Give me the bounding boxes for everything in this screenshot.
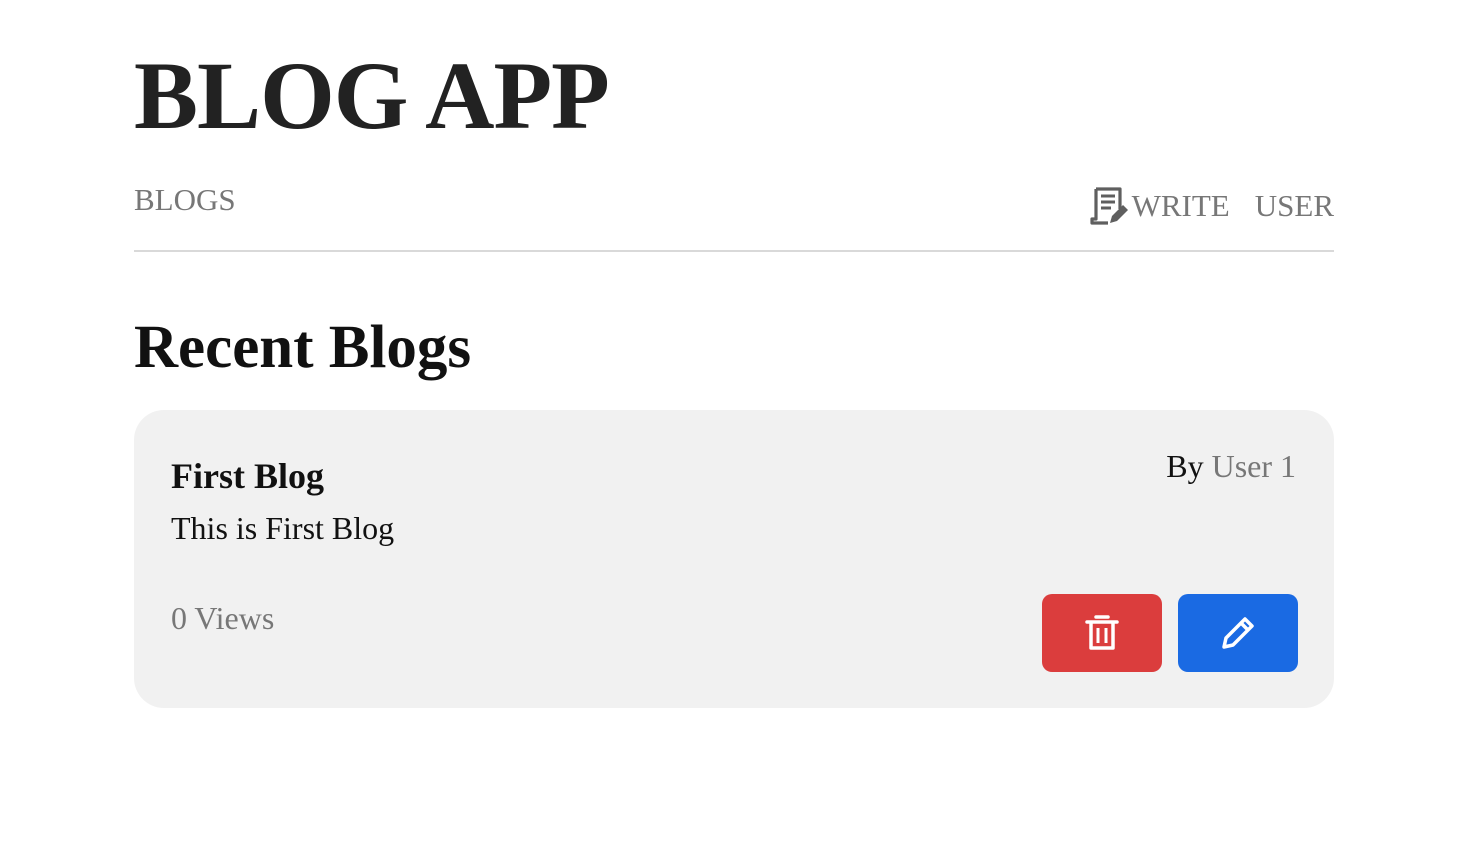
nav-write-label: WRITE [1131, 188, 1230, 223]
nav-blogs-link[interactable]: BLOGS [134, 182, 236, 218]
app-title: BLOG APP [134, 42, 610, 149]
blog-views-count: 0 Views [171, 600, 275, 636]
blog-body: This is First Blog [171, 510, 395, 546]
edit-button[interactable] [1178, 594, 1298, 672]
trash-icon [1085, 614, 1119, 652]
blog-card: First Blog By User 1 This is First Blog … [134, 410, 1334, 708]
nav-right-group: WRITE USER [1088, 184, 1334, 228]
blog-title[interactable]: First Blog [171, 454, 324, 498]
write-document-icon [1088, 185, 1130, 227]
author-name-link[interactable]: User 1 [1212, 448, 1296, 484]
main-nav: BLOGS WRITE USER [134, 180, 1334, 252]
nav-user-link[interactable]: USER [1255, 188, 1334, 224]
author-prefix: By [1166, 448, 1204, 484]
recent-blogs-heading: Recent Blogs [134, 314, 472, 381]
nav-write-link[interactable]: WRITE [1088, 185, 1230, 227]
blog-author-line: By User 1 [1166, 446, 1296, 486]
pencil-icon [1219, 614, 1257, 652]
delete-button[interactable] [1042, 594, 1162, 672]
